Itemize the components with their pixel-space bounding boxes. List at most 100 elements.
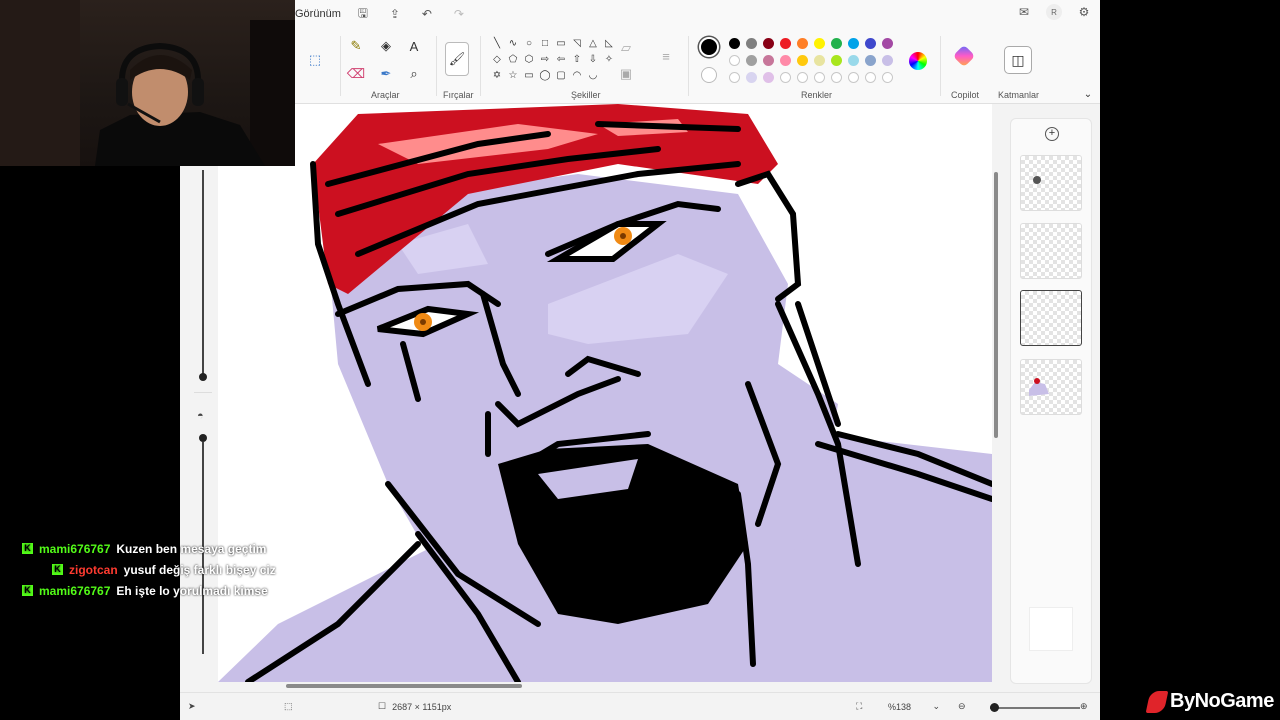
feedback-icon[interactable]: ✉ — [1016, 4, 1032, 20]
add-layer-icon[interactable]: + — [1045, 127, 1059, 141]
color-swatch[interactable] — [831, 55, 842, 66]
color-swatch[interactable] — [746, 72, 757, 83]
account-avatar[interactable]: R — [1046, 4, 1062, 20]
color-swatch[interactable] — [865, 72, 876, 83]
text-icon[interactable]: A — [404, 36, 424, 56]
brush-icon[interactable]: 🖌 — [445, 42, 469, 76]
shape-option[interactable]: ◡ — [586, 68, 600, 82]
primary-color[interactable] — [699, 37, 719, 57]
shape-option[interactable]: ◠ — [570, 68, 584, 82]
size-slider-track[interactable] — [202, 170, 204, 376]
layer-thumb-1[interactable] — [1020, 155, 1082, 211]
color-swatch[interactable] — [763, 72, 774, 83]
color-swatch[interactable] — [865, 38, 876, 49]
pencil-icon[interactable]: ✎ — [346, 36, 366, 56]
shape-option[interactable]: ▢ — [554, 68, 568, 82]
color-swatch[interactable] — [729, 55, 740, 66]
color-picker-icon[interactable]: ✒ — [376, 64, 396, 84]
color-swatch[interactable] — [848, 55, 859, 66]
color-swatch[interactable] — [763, 55, 774, 66]
scrollbar-thumb[interactable] — [286, 684, 522, 688]
color-swatch[interactable] — [848, 38, 859, 49]
color-swatch[interactable] — [780, 72, 791, 83]
layer-thumb-4[interactable] — [1020, 359, 1082, 415]
drawing-canvas[interactable] — [218, 104, 992, 682]
eraser-icon[interactable]: ⌫ — [346, 64, 366, 84]
fill-bucket-icon[interactable]: ◈ — [376, 36, 396, 56]
color-swatch[interactable] — [729, 72, 740, 83]
outline-icon[interactable]: ▱ — [616, 38, 636, 58]
color-swatch[interactable] — [797, 55, 808, 66]
color-swatch[interactable] — [814, 55, 825, 66]
selection-icon[interactable]: ⬚ — [305, 50, 325, 70]
view-menu[interactable]: Görünüm — [295, 8, 341, 20]
color-swatch[interactable] — [797, 72, 808, 83]
shape-option[interactable]: ⇦ — [554, 52, 568, 66]
shape-option[interactable]: ▭ — [554, 36, 568, 50]
shape-option[interactable]: ☆ — [506, 68, 520, 82]
layer-thumb-2[interactable] — [1020, 223, 1082, 279]
color-swatch[interactable] — [848, 72, 859, 83]
edit-colors-icon[interactable] — [909, 52, 927, 70]
shape-option[interactable]: ⬡ — [522, 52, 536, 66]
layers-icon[interactable]: ◫ — [1004, 46, 1032, 74]
share-icon[interactable]: ⇪ — [385, 4, 405, 24]
background-layer[interactable] — [1029, 607, 1073, 651]
scrollbar-thumb[interactable] — [994, 172, 998, 438]
shape-option[interactable]: ∿ — [506, 36, 520, 50]
color-swatch[interactable] — [780, 38, 791, 49]
save-icon[interactable]: 🖫 — [353, 4, 373, 24]
shape-option[interactable]: ⇩ — [586, 52, 600, 66]
color-swatch[interactable] — [814, 38, 825, 49]
zoom-slider-track[interactable] — [990, 707, 1080, 709]
color-swatch[interactable] — [882, 72, 893, 83]
color-swatch[interactable] — [814, 72, 825, 83]
color-swatch[interactable] — [882, 38, 893, 49]
secondary-color[interactable] — [701, 67, 717, 83]
redo-icon[interactable]: ↷ — [449, 4, 469, 24]
shape-option[interactable]: ⇨ — [538, 52, 552, 66]
copilot-icon[interactable] — [952, 44, 976, 68]
color-swatch[interactable] — [729, 38, 740, 49]
size-slider-knob[interactable] — [199, 373, 207, 381]
undo-icon[interactable]: ↶ — [417, 4, 437, 24]
color-swatch[interactable] — [831, 72, 842, 83]
shape-option[interactable]: △ — [586, 36, 600, 50]
shape-option[interactable]: ◯ — [538, 68, 552, 82]
zoom-select[interactable]: %138 ⌄ — [888, 701, 940, 712]
shape-option[interactable]: □ — [538, 36, 552, 50]
shape-option[interactable]: ✡ — [490, 68, 504, 82]
shape-option[interactable]: ✧ — [602, 52, 616, 66]
color-swatch[interactable] — [797, 38, 808, 49]
zoom-in-icon[interactable]: ⊕ — [1080, 701, 1088, 712]
color-swatch[interactable] — [746, 55, 757, 66]
shape-option[interactable]: ▭ — [522, 68, 536, 82]
fill-icon[interactable]: ▣ — [616, 64, 636, 84]
color-swatch[interactable] — [882, 55, 893, 66]
zoom-out-icon[interactable]: ⊖ — [958, 701, 966, 712]
zoom-slider-knob[interactable] — [990, 703, 999, 712]
chevron-down-icon[interactable]: ⌄ — [1078, 84, 1098, 104]
shape-option[interactable]: ◺ — [602, 36, 616, 50]
color-swatch[interactable] — [865, 55, 876, 66]
chat-text: Eh işte lo yorulmadı kimse — [116, 583, 268, 598]
vertical-scrollbar[interactable] — [994, 110, 998, 682]
shape-option[interactable]: ⇧ — [570, 52, 584, 66]
shape-option[interactable]: ◹ — [570, 36, 584, 50]
stream-chat: Kmami676767 Kuzen ben mesaya geçtim Kzigot… — [22, 538, 292, 601]
color-swatch[interactable] — [831, 38, 842, 49]
opacity-slider-knob[interactable] — [199, 434, 207, 442]
fit-icon[interactable]: ⛶ — [856, 701, 862, 712]
layer-thumb-3[interactable] — [1020, 290, 1082, 346]
shape-option[interactable]: ╲ — [490, 36, 504, 50]
magnifier-icon[interactable]: ⌕ — [404, 64, 424, 84]
color-swatch[interactable] — [746, 38, 757, 49]
color-swatch[interactable] — [763, 38, 774, 49]
horizontal-scrollbar[interactable] — [184, 683, 994, 689]
gear-icon[interactable]: ⚙ — [1076, 4, 1092, 20]
shape-option[interactable]: ○ — [522, 36, 536, 50]
color-swatch[interactable] — [780, 55, 791, 66]
size-icon[interactable]: ≡ — [656, 46, 676, 66]
shape-option[interactable]: ◇ — [490, 52, 504, 66]
shape-option[interactable]: ⬠ — [506, 52, 520, 66]
